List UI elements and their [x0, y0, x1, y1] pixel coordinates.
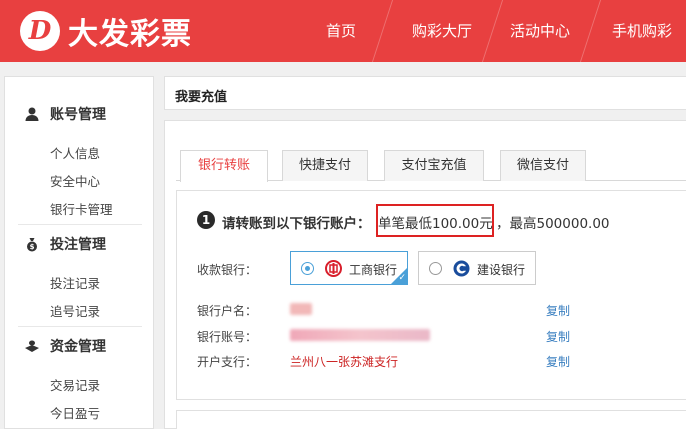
nav-separator [579, 0, 602, 62]
sidebar-item-bet-records[interactable]: 投注记录 [50, 273, 100, 292]
account-number-redacted [290, 329, 430, 341]
site-logo[interactable]: D 大发彩票 [20, 9, 192, 53]
top-header: D 大发彩票 首页 购彩大厅 活动中心 手机购彩 [0, 0, 686, 62]
tab-alipay[interactable]: 支付宝充值 [384, 150, 484, 181]
main-header: 我要充值 [164, 76, 686, 110]
sidebar-section-account[interactable]: 账号管理 [24, 104, 106, 124]
copy-account-number-button[interactable]: 复制 [546, 328, 570, 345]
sidebar-divider [18, 224, 142, 225]
radio-unselected-icon [429, 262, 442, 275]
sidebar-item-security-center[interactable]: 安全中心 [50, 171, 100, 190]
radio-selected-icon [301, 262, 314, 275]
nav-mobile-lottery[interactable]: 手机购彩 [604, 0, 680, 62]
tab-bank-transfer[interactable]: 银行转账 [180, 150, 268, 182]
user-icon [24, 106, 40, 122]
branch-label: 开户支行： [197, 355, 258, 369]
sidebar-item-chase-records[interactable]: 追号记录 [50, 301, 100, 320]
max-limit-text: ，最高500000.00 [496, 216, 610, 232]
copy-branch-button[interactable]: 复制 [546, 353, 570, 370]
tab-quick-pay[interactable]: 快捷支付 [282, 150, 368, 181]
account-number-label: 银行账号： [197, 330, 258, 344]
bank-option-icbc[interactable]: 工商银行 ✓ [290, 251, 408, 285]
branch-value: 兰州八一张苏滩支行 [290, 355, 399, 369]
icbc-logo-icon [325, 260, 342, 277]
checkmark-icon: ✓ [398, 273, 406, 283]
next-panel [176, 410, 686, 429]
bank-name-icbc: 工商银行 [349, 263, 398, 277]
bank-name-ccb: 建设银行 [477, 263, 526, 277]
nav-lottery-hall[interactable]: 购彩大厅 [402, 0, 482, 62]
page-title: 我要充值 [175, 90, 228, 105]
account-name-label: 银行户名： [197, 304, 258, 318]
nav-activity-center[interactable]: 活动中心 [502, 0, 578, 62]
bank-option-ccb[interactable]: 建设银行 [418, 251, 536, 285]
step-number-badge: 1 [197, 211, 215, 229]
sidebar-divider [18, 326, 142, 327]
logo-text: 大发彩票 [68, 17, 192, 52]
sidebar-item-transactions[interactable]: 交易记录 [50, 375, 100, 394]
step-instruction: 请转账到以下银行账户： [222, 216, 371, 232]
nav-separator [481, 0, 504, 62]
tab-wechat-pay[interactable]: 微信支付 [500, 150, 586, 181]
nav-home[interactable]: 首页 [310, 0, 372, 62]
money-bag-icon: $ [24, 236, 40, 252]
receiving-bank-label: 收款银行： [197, 263, 258, 277]
copy-account-name-button[interactable]: 复制 [546, 302, 570, 319]
account-name-redacted [290, 303, 312, 315]
wallet-icon [24, 338, 40, 354]
sidebar-section-funds[interactable]: 资金管理 [24, 336, 106, 356]
svg-text:$: $ [30, 243, 35, 251]
nav-separator [371, 0, 394, 62]
logo-emblem-icon: D [20, 11, 60, 51]
sidebar-item-daily-profit[interactable]: 今日盈亏 [50, 403, 100, 422]
sidebar-item-bank-cards[interactable]: 银行卡管理 [50, 199, 113, 218]
min-limit-text: 单笔最低100.00元 [378, 216, 493, 232]
sidebar-item-personal-info[interactable]: 个人信息 [50, 143, 100, 162]
sidebar-section-betting[interactable]: $ 投注管理 [24, 234, 106, 254]
ccb-logo-icon [453, 260, 470, 277]
